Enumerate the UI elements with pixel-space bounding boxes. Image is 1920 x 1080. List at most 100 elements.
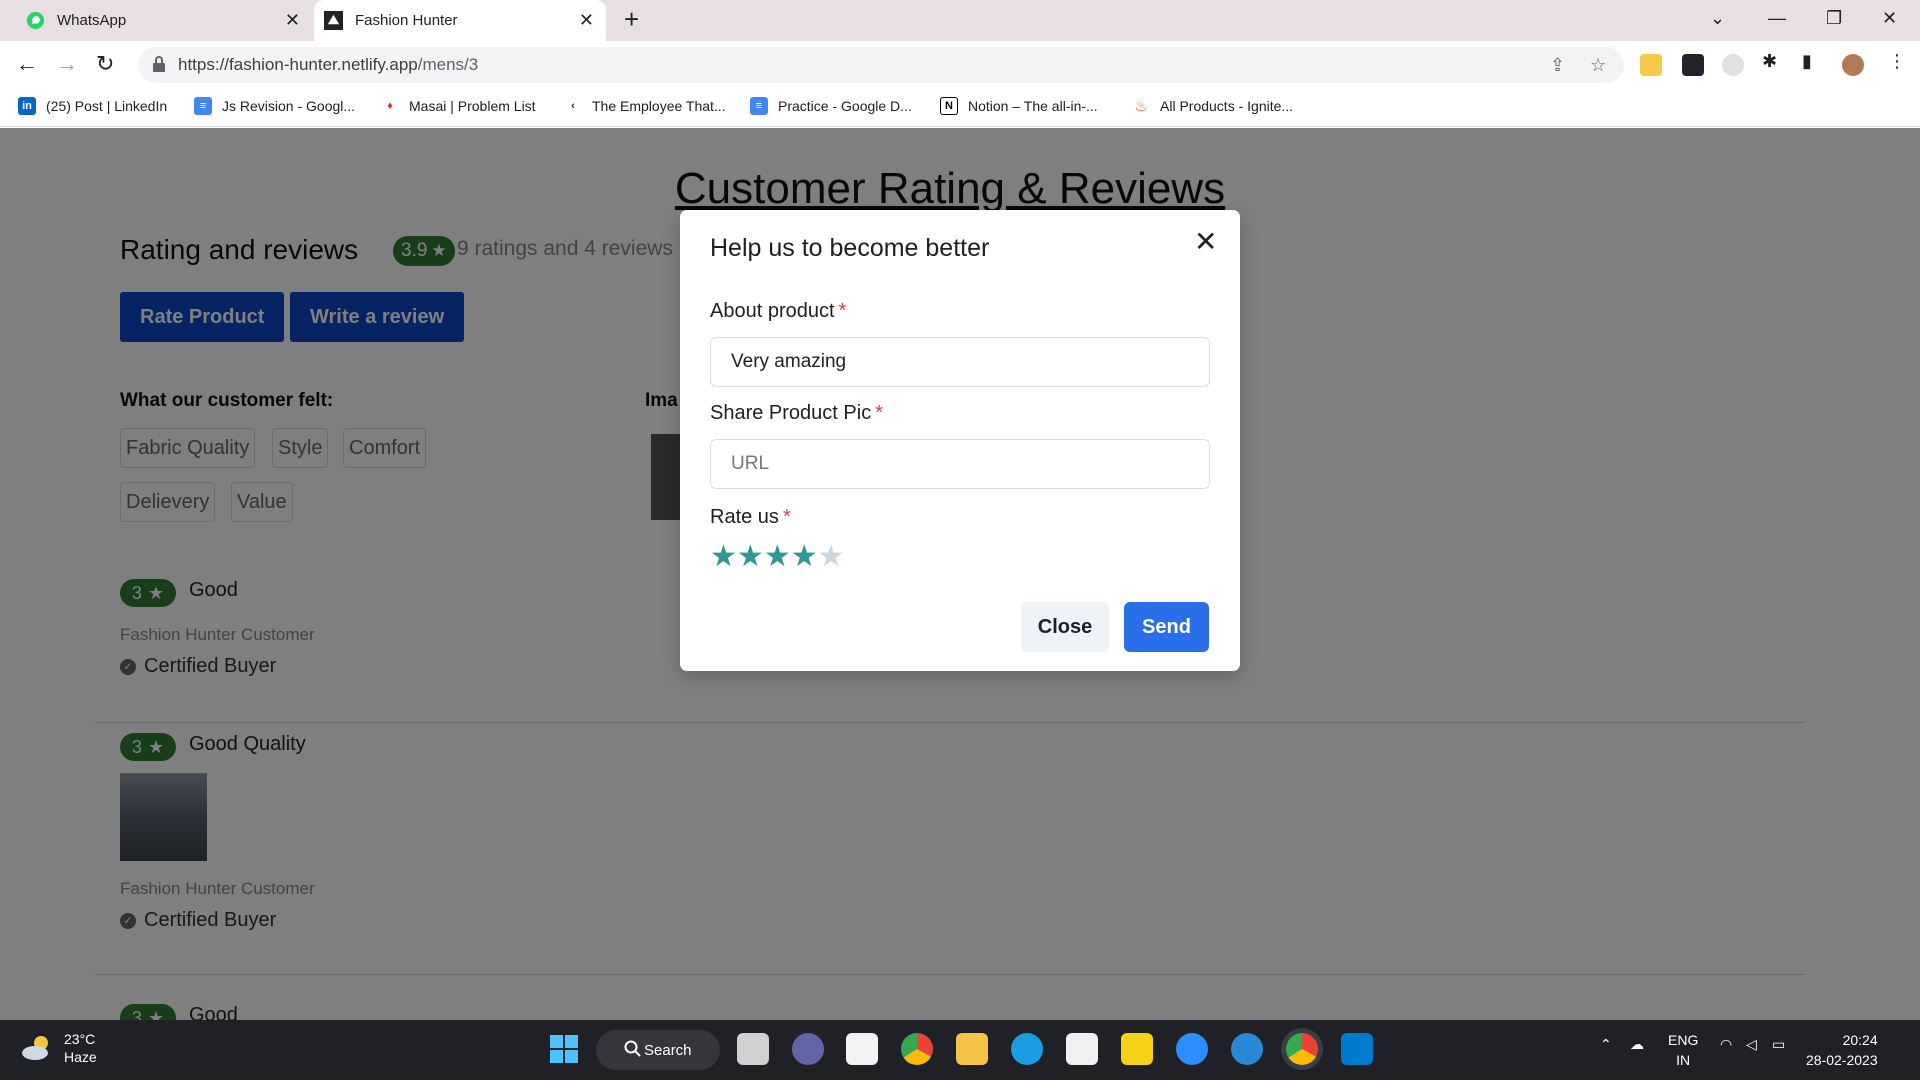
weather-cloud-icon bbox=[20, 1034, 54, 1062]
cloud-offline-icon[interactable]: ☁ bbox=[1630, 1036, 1644, 1053]
tab-whatsapp[interactable]: WhatsApp ✕ bbox=[12, 0, 312, 41]
zoom-icon[interactable] bbox=[1176, 1033, 1208, 1065]
send-button[interactable]: Send bbox=[1124, 602, 1209, 652]
bookmark-star-icon[interactable]: ☆ bbox=[1590, 55, 1606, 76]
close-button[interactable]: Close bbox=[1021, 602, 1109, 652]
notion-icon: N bbox=[940, 97, 958, 115]
region-code: IN bbox=[1676, 1052, 1691, 1068]
new-tab-icon[interactable]: + bbox=[624, 4, 639, 35]
url-text[interactable]: https://fashion-hunter.netlify.app/mens/… bbox=[178, 55, 478, 75]
rating-star-icon[interactable]: ★ bbox=[818, 542, 845, 572]
product-pic-url-input[interactable] bbox=[710, 439, 1210, 489]
microsoft-store-icon[interactable] bbox=[1066, 1033, 1098, 1065]
wifi-icon[interactable]: ◠ bbox=[1720, 1036, 1732, 1053]
address-bar[interactable]: https://fashion-hunter.netlify.app/mens/… bbox=[138, 47, 1624, 83]
bookmark-label: Js Revision - Googl... bbox=[222, 98, 356, 114]
extension-react-icon[interactable] bbox=[1682, 54, 1704, 76]
whatsapp-icon bbox=[26, 11, 45, 30]
tab-search-chevron-icon[interactable]: ⌄ bbox=[1710, 8, 1725, 29]
teams-icon[interactable] bbox=[792, 1033, 824, 1065]
temperature: 23°C bbox=[64, 1031, 96, 1047]
notes-app-icon[interactable] bbox=[1121, 1033, 1153, 1065]
minimize-icon[interactable]: — bbox=[1768, 8, 1786, 29]
windows-start-icon[interactable] bbox=[548, 1033, 580, 1065]
bookmark-notion[interactable]: N Notion – The all-in-... bbox=[940, 97, 1098, 115]
close-window-icon[interactable]: ✕ bbox=[1882, 8, 1897, 29]
rating-star-icon[interactable]: ★ bbox=[737, 542, 764, 572]
masai-icon: ♦ bbox=[381, 97, 399, 115]
lock-icon[interactable] bbox=[152, 56, 166, 72]
about-product-input[interactable] bbox=[710, 337, 1210, 387]
bookmarks-bar: in (25) Post | LinkedIn ≡ Js Revision - … bbox=[0, 89, 1920, 127]
required-asterisk: * bbox=[875, 402, 883, 424]
bookmark-label: Masai | Problem List bbox=[409, 98, 536, 114]
system-clock[interactable]: 20:24 28-02-2023 bbox=[1806, 1030, 1878, 1070]
language-code: ENG bbox=[1668, 1032, 1699, 1048]
weather-widget[interactable]: 23°C Haze bbox=[20, 1030, 97, 1066]
extensions-puzzle-icon[interactable]: ✱ bbox=[1762, 51, 1777, 72]
bookmark-label: All Products - Ignite... bbox=[1160, 98, 1294, 114]
language-indicator[interactable]: ENG IN bbox=[1668, 1030, 1698, 1070]
mongodb-icon[interactable] bbox=[846, 1033, 878, 1065]
extension-circle-icon[interactable] bbox=[1722, 54, 1744, 76]
edge-icon[interactable] bbox=[1011, 1033, 1043, 1065]
share-icon[interactable]: ⇪ bbox=[1550, 55, 1565, 76]
employee-site-icon: ‹ bbox=[564, 97, 582, 115]
google-docs-icon: ≡ bbox=[194, 97, 212, 115]
battery-icon[interactable]: ▭ bbox=[1772, 1036, 1785, 1053]
back-icon[interactable]: ← bbox=[16, 51, 38, 77]
rating-star-icon[interactable]: ★ bbox=[710, 542, 737, 572]
tray-chevron-icon[interactable]: ⌃ bbox=[1600, 1036, 1612, 1053]
bookmark-label: (25) Post | LinkedIn bbox=[46, 98, 168, 114]
get-help-icon[interactable] bbox=[1231, 1033, 1263, 1065]
required-asterisk: * bbox=[838, 300, 847, 322]
chrome-icon[interactable] bbox=[901, 1033, 933, 1065]
linkedin-icon: in bbox=[18, 97, 36, 115]
clock-time: 20:24 bbox=[1842, 1032, 1878, 1048]
task-view-icon[interactable] bbox=[737, 1033, 769, 1065]
bookmark-label: The Employee That... bbox=[592, 98, 726, 114]
bookmark-js-revision[interactable]: ≡ Js Revision - Googl... bbox=[194, 97, 355, 115]
vscode-icon[interactable] bbox=[1341, 1033, 1373, 1065]
weather-condition: Haze bbox=[64, 1049, 97, 1065]
volume-icon[interactable]: ◁ bbox=[1746, 1036, 1757, 1053]
required-asterisk: * bbox=[782, 506, 791, 528]
fashion-hunter-icon bbox=[324, 11, 343, 30]
file-explorer-icon[interactable] bbox=[956, 1033, 988, 1065]
restore-icon[interactable]: ❐ bbox=[1826, 8, 1842, 29]
star-rating-input[interactable]: ★ ★ ★ ★ ★ bbox=[710, 542, 845, 572]
bookmark-practice[interactable]: ≡ Practice - Google D... bbox=[750, 97, 912, 115]
profile-avatar[interactable] bbox=[1842, 54, 1864, 76]
about-product-label-text: About product bbox=[710, 300, 835, 322]
tab-label: WhatsApp bbox=[57, 12, 127, 29]
rating-star-icon[interactable]: ★ bbox=[764, 542, 791, 572]
search-icon bbox=[624, 1040, 642, 1062]
close-icon[interactable]: ✕ bbox=[1194, 228, 1217, 256]
bookmark-ignite[interactable]: ♨ All Products - Ignite... bbox=[1132, 97, 1293, 115]
extension-pencil-icon[interactable] bbox=[1640, 54, 1662, 76]
side-panel-icon[interactable]: ▮ bbox=[1802, 51, 1812, 72]
google-docs-icon: ≡ bbox=[750, 97, 768, 115]
menu-kebab-icon[interactable]: ⋮ bbox=[1888, 51, 1906, 72]
ignite-fire-icon: ♨ bbox=[1132, 97, 1150, 115]
tab-fashion-hunter[interactable]: Fashion Hunter ✕ bbox=[314, 0, 606, 41]
reload-icon[interactable]: ↻ bbox=[96, 51, 114, 77]
forward-icon[interactable]: → bbox=[56, 51, 78, 77]
bookmark-linkedin[interactable]: in (25) Post | LinkedIn bbox=[18, 97, 167, 115]
browser-toolbar: ← → ↻ https://fashion-hunter.netlify.app… bbox=[0, 41, 1920, 89]
share-pic-label: Share Product Pic * bbox=[710, 402, 883, 425]
tab-label: Fashion Hunter bbox=[355, 12, 458, 29]
tab-strip: WhatsApp ✕ Fashion Hunter ✕ + ⌄ — ❐ ✕ bbox=[0, 0, 1920, 41]
modal-title: Help us to become better bbox=[710, 234, 990, 262]
bookmark-label: Practice - Google D... bbox=[778, 98, 912, 114]
search-label: Search bbox=[644, 1041, 692, 1059]
bookmark-masai[interactable]: ♦ Masai | Problem List bbox=[381, 97, 536, 115]
bookmark-employee[interactable]: ‹ The Employee That... bbox=[564, 97, 726, 115]
close-tab-icon[interactable]: ✕ bbox=[285, 11, 300, 29]
url-host: https://fashion-hunter.netlify.app bbox=[178, 55, 418, 74]
chrome-active-icon[interactable] bbox=[1286, 1033, 1318, 1065]
close-tab-icon[interactable]: ✕ bbox=[579, 11, 594, 29]
taskbar-search[interactable]: Search bbox=[596, 1030, 720, 1070]
clock-date: 28-02-2023 bbox=[1806, 1052, 1878, 1068]
rating-star-icon[interactable]: ★ bbox=[791, 542, 818, 572]
